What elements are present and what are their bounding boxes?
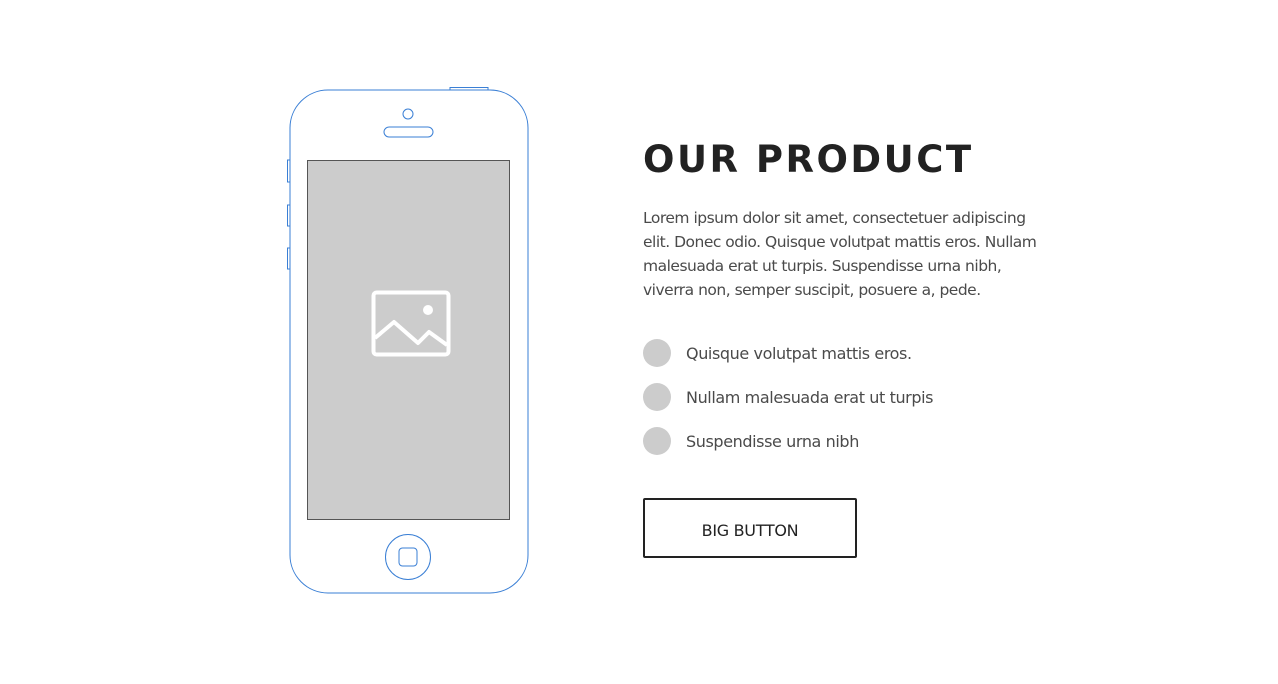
image-placeholder-icon [371, 290, 451, 357]
product-content: OUR PRODUCT Lorem ipsum dolor sit amet, … [643, 138, 1063, 471]
section-description: Lorem ipsum dolor sit amet, consectetuer… [643, 209, 1037, 299]
feature-list: Quisque volutpat mattis eros. Nullam mal… [643, 339, 1063, 455]
feature-item: Quisque volutpat mattis eros. [643, 339, 1063, 367]
bullet-circle-icon [643, 339, 671, 367]
feature-label: Nullam malesuada erat ut turpis [686, 387, 934, 407]
feature-label: Quisque volutpat mattis eros. [686, 343, 912, 363]
feature-item: Suspendisse urna nibh [643, 427, 1063, 455]
feature-item: Nullam malesuada erat ut turpis [643, 383, 1063, 411]
phone-screen [307, 160, 510, 520]
bullet-circle-icon [643, 383, 671, 411]
bullet-circle-icon [643, 427, 671, 455]
feature-label: Suspendisse urna nibh [686, 431, 859, 451]
section-title: OUR PRODUCT [643, 138, 974, 181]
big-button[interactable]: BIG BUTTON [643, 498, 857, 558]
phone-mockup [286, 86, 532, 596]
